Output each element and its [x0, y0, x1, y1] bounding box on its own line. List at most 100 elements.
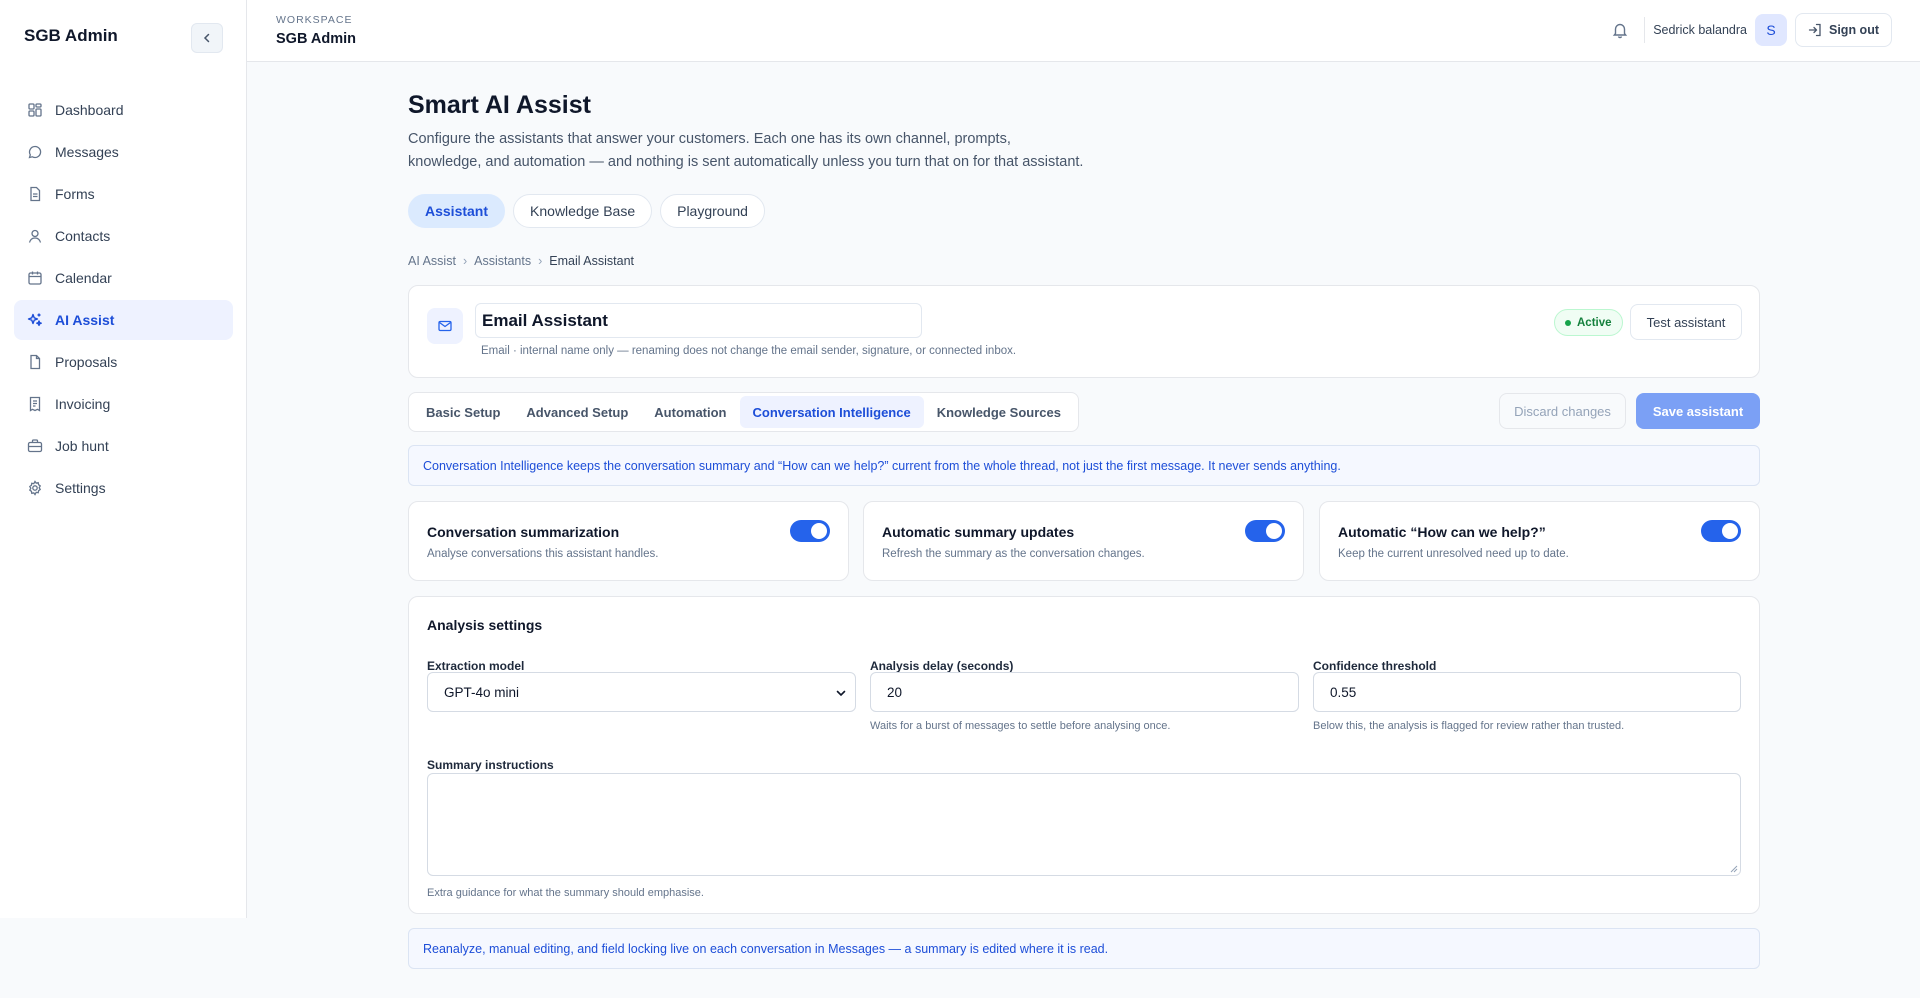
toggle-title: Conversation summarization: [427, 524, 620, 540]
analysis-settings-card: Analysis settings Extraction model GPT-4…: [408, 596, 1760, 914]
analysis-delay-value: 20: [887, 684, 903, 700]
analysis-delay-label: Analysis delay (seconds): [870, 659, 1014, 673]
breadcrumb: AI Assist › Assistants › Email Assistant: [408, 254, 634, 268]
file-icon: [30, 354, 41, 370]
save-assistant-button[interactable]: Save assistant: [1636, 393, 1760, 429]
dashboard-icon: [28, 103, 42, 117]
resize-grip-icon[interactable]: [1730, 865, 1738, 873]
user-name: Sedrick balandra: [1653, 23, 1747, 37]
sidebar-item-ai-assist[interactable]: AI Assist: [14, 300, 233, 340]
sidebar-item-label: Proposals: [55, 354, 118, 370]
test-assistant-button[interactable]: Test assistant: [1630, 304, 1742, 340]
toggle-title: Automatic “How can we help?”: [1338, 524, 1546, 540]
toggle-description: Analyse conversations this assistant han…: [427, 548, 659, 560]
sidebar-item-label: Settings: [55, 480, 106, 496]
sparkles-icon: [27, 313, 42, 327]
top-right-controls: Sedrick balandra S Sign out: [1610, 13, 1892, 47]
workspace-kicker: WORKSPACE: [276, 14, 353, 26]
breadcrumb-separator: ›: [538, 254, 543, 268]
extraction-model-select[interactable]: GPT-4o mini: [427, 672, 856, 712]
analysis-delay-input[interactable]: 20: [870, 672, 1299, 712]
toggle-knob: [1266, 523, 1282, 539]
tab-conversation-intelligence[interactable]: Conversation Intelligence: [739, 396, 924, 428]
settings-subtabs: Basic Setup Advanced Setup Automation Co…: [408, 392, 1079, 432]
info-banner-bottom: Reanalyze, manual editing, and field loc…: [408, 928, 1760, 969]
calendar-icon: [28, 271, 42, 285]
divider: [1644, 17, 1646, 43]
sidebar-item-settings[interactable]: Settings: [14, 468, 233, 508]
breadcrumb-ai-assist[interactable]: AI Assist: [408, 254, 456, 268]
sidebar: SGB Admin Dashboard Messages Forms Conta…: [0, 0, 247, 918]
toggle-title: Automatic summary updates: [882, 524, 1075, 540]
tab-playground[interactable]: Playground: [660, 194, 765, 228]
status-label: Active: [1577, 316, 1612, 329]
sign-out-button[interactable]: Sign out: [1795, 13, 1892, 47]
message-icon: [28, 145, 42, 159]
toggle-card-summary-updates: Automatic summary updates Refresh the su…: [863, 501, 1304, 581]
tab-knowledge-base[interactable]: Knowledge Base: [513, 194, 653, 228]
sidebar-item-calendar[interactable]: Calendar: [14, 258, 233, 298]
confidence-threshold-value: 0.55: [1330, 684, 1357, 700]
sign-out-label: Sign out: [1829, 23, 1879, 37]
toggle-description: Refresh the summary as the conversation …: [882, 548, 1145, 560]
sidebar-item-messages[interactable]: Messages: [14, 132, 233, 172]
analysis-delay-help: Waits for a burst of messages to settle …: [870, 720, 1171, 732]
tab-basic-setup[interactable]: Basic Setup: [413, 396, 513, 428]
summary-instructions-textarea[interactable]: [427, 773, 1741, 876]
mail-icon: [438, 320, 452, 332]
page-title: Smart AI Assist: [408, 91, 591, 119]
bell-icon[interactable]: [1610, 20, 1630, 40]
sidebar-item-proposals[interactable]: Proposals: [14, 342, 233, 382]
collapse-sidebar-button[interactable]: [191, 23, 223, 53]
sidebar-item-label: Dashboard: [55, 102, 124, 118]
workspace-title: SGB Admin: [276, 31, 357, 47]
tab-assistant[interactable]: Assistant: [408, 194, 506, 228]
selected-model: GPT-4o mini: [444, 684, 520, 700]
sidebar-item-label: Invoicing: [55, 396, 111, 412]
status-badge: Active: [1554, 309, 1623, 336]
page-description: Configure the assistants that answer you…: [408, 131, 1084, 170]
tab-automation[interactable]: Automation: [641, 396, 739, 428]
main-tabs: Assistant Knowledge Base Playground: [408, 194, 765, 228]
sidebar-item-label: AI Assist: [55, 312, 115, 328]
how-can-we-help-toggle[interactable]: [1701, 520, 1741, 542]
sidebar-item-label: Messages: [55, 144, 119, 160]
sidebar-item-label: Job hunt: [55, 438, 109, 454]
extraction-model-label: Extraction model: [427, 659, 525, 673]
section-title: Analysis settings: [427, 617, 543, 633]
sidebar-item-label: Forms: [55, 186, 95, 202]
summary-instructions-label: Summary instructions: [427, 758, 554, 772]
gear-icon: [28, 480, 42, 496]
briefcase-icon: [27, 439, 43, 453]
sidebar-item-label: Calendar: [55, 270, 112, 286]
sidebar-item-job-hunt[interactable]: Job hunt: [14, 426, 233, 466]
avatar[interactable]: S: [1755, 14, 1787, 46]
sidebar-item-invoicing[interactable]: Invoicing: [14, 384, 233, 424]
sign-out-icon: [1808, 23, 1821, 37]
tab-advanced-setup[interactable]: Advanced Setup: [513, 396, 641, 428]
tab-knowledge-sources[interactable]: Knowledge Sources: [924, 396, 1074, 428]
sidebar-item-contacts[interactable]: Contacts: [14, 216, 233, 256]
toggle-card-how-can-we-help: Automatic “How can we help?” Keep the cu…: [1319, 501, 1760, 581]
user-icon: [28, 229, 42, 243]
mail-tile: [427, 308, 463, 344]
toggle-card-summarization: Conversation summarization Analyse conve…: [408, 501, 849, 581]
sidebar-nav: Dashboard Messages Forms Contacts Calend…: [14, 90, 233, 510]
discard-changes-button[interactable]: Discard changes: [1499, 393, 1626, 429]
assistant-identity-card: Email · internal name only — renaming do…: [408, 285, 1760, 378]
summary-updates-toggle[interactable]: [1245, 520, 1285, 542]
assistant-name-input[interactable]: [475, 303, 922, 338]
breadcrumb-assistants[interactable]: Assistants: [474, 254, 531, 268]
breadcrumb-current: Email Assistant: [549, 254, 635, 268]
sidebar-item-dashboard[interactable]: Dashboard: [14, 90, 233, 130]
assistant-name-hint: Email · internal name only — renaming do…: [481, 345, 1017, 357]
confidence-threshold-input[interactable]: 0.55: [1313, 672, 1741, 712]
chevron-down-icon: [836, 690, 846, 697]
toggle-knob: [811, 523, 827, 539]
summary-instructions-help: Extra guidance for what the summary shou…: [427, 887, 704, 899]
status-dot: [1565, 319, 1571, 326]
info-banner-top: Conversation Intelligence keeps the conv…: [408, 445, 1760, 486]
top-bar: WORKSPACE SGB Admin Sedrick balandra S S…: [247, 0, 1920, 62]
sidebar-item-forms[interactable]: Forms: [14, 174, 233, 214]
summarization-toggle[interactable]: [790, 520, 830, 542]
